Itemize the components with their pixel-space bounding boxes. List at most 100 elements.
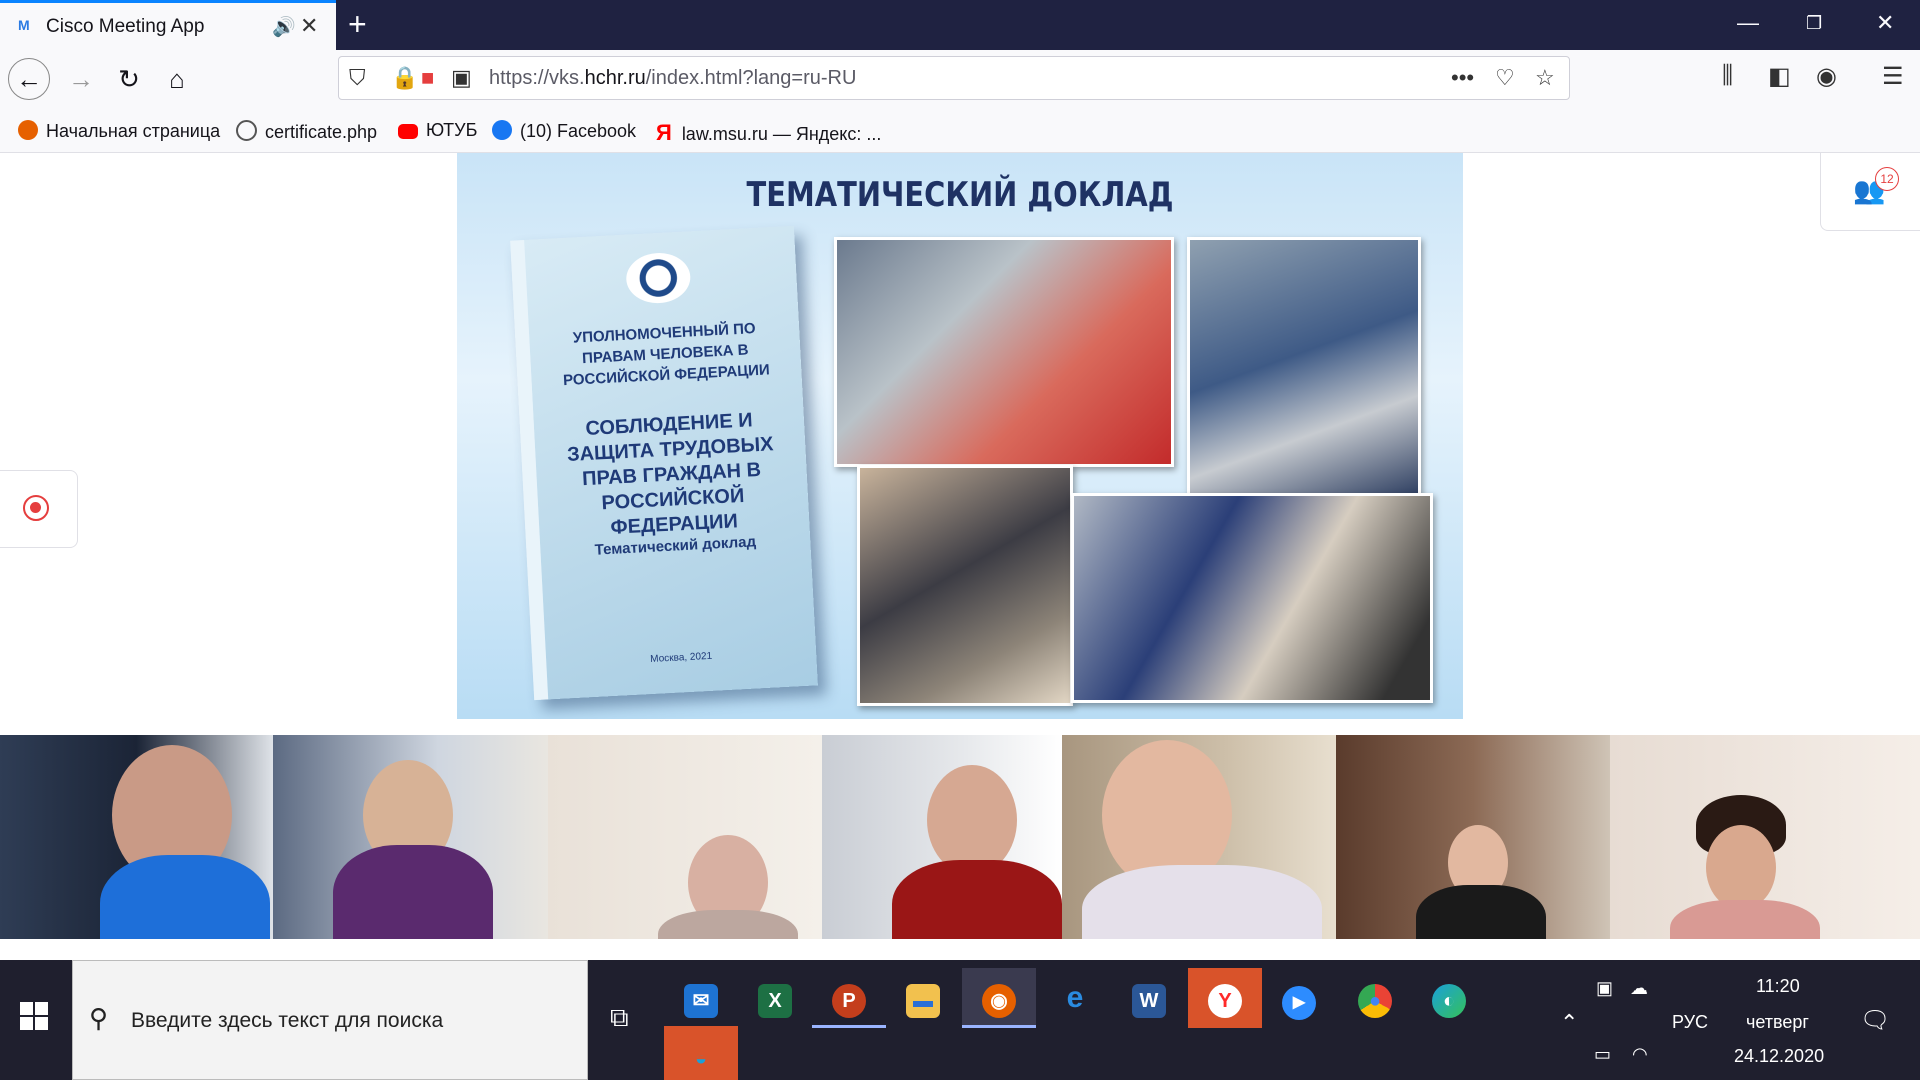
clock-day[interactable]: четверг [1746, 1012, 1809, 1033]
menu-icon[interactable]: ☰ [1882, 62, 1904, 91]
video-tile-participant-6[interactable] [1336, 735, 1610, 939]
bookmark-certificate[interactable]: certificate.php [236, 120, 377, 143]
bookmark-youtube[interactable]: ЮТУБ [398, 120, 477, 141]
clock-time[interactable]: 11:20 [1756, 976, 1800, 997]
notifications-icon[interactable]: 🗨 [1860, 1006, 1890, 1035]
bookmark-yandex[interactable]: Яlaw.msu.ru — Яндекс: ... [656, 120, 881, 146]
video-tile-participant-1[interactable] [0, 735, 273, 939]
search-icon: ⚲ [89, 1003, 109, 1033]
chrome-icon: ● [1358, 984, 1392, 1018]
yandex-icon: Я [656, 120, 672, 145]
taskbar-search-box[interactable]: ⚲ Введите здесь текст для поиска [72, 960, 588, 1080]
photo-train-operator [1071, 493, 1433, 703]
clock-date[interactable]: 24.12.2020 [1734, 1046, 1824, 1067]
page-actions-icon[interactable]: ••• [1451, 65, 1474, 91]
taskbar-word-app[interactable]: W [1112, 968, 1186, 1028]
meet-now-icon[interactable]: ▣ [1596, 978, 1613, 999]
participant-clothing [100, 855, 270, 939]
youtube-icon [398, 124, 418, 139]
pocket-icon[interactable]: ♡ [1495, 65, 1515, 91]
firefox-icon: ◉ [982, 984, 1016, 1018]
taskbar-firefox-app[interactable]: ◉ [962, 968, 1036, 1028]
video-tile-participant-2[interactable] [273, 735, 548, 939]
slide-title: ТЕМАТИЧЕСКИЙ ДОКЛАД [746, 175, 1174, 215]
show-hidden-icons-icon[interactable]: ⌃ [1560, 1010, 1578, 1036]
photo-industrial-workers [1187, 237, 1421, 501]
navigation-toolbar: ← → ↻ ⌂ ⛉ 🔒 ■ ▣ https://vks.hchr.ru/inde… [0, 50, 1920, 108]
participant-face [927, 765, 1017, 875]
participant-clothing [892, 860, 1062, 939]
video-tile-participant-5[interactable] [1062, 735, 1336, 939]
forward-button[interactable]: → [62, 60, 100, 98]
battery-icon[interactable]: ▭ [1594, 1044, 1611, 1065]
record-button[interactable] [0, 470, 78, 548]
onedrive-icon[interactable]: ☁ [1630, 978, 1648, 999]
shield-icon[interactable]: ⛉ [349, 65, 366, 91]
search-placeholder: Введите здесь текст для поиска [131, 1009, 444, 1032]
record-icon [23, 495, 49, 521]
participants-button[interactable]: 👥 12 [1820, 153, 1920, 231]
reload-button[interactable]: ↻ [110, 60, 148, 98]
account-icon[interactable]: ◉ [1816, 62, 1837, 91]
task-view-button[interactable]: ⧉ [610, 1002, 629, 1034]
edge-icon: ◐ [1432, 984, 1466, 1018]
participant-clothing [1416, 885, 1546, 939]
screen-share-icon[interactable]: ▣ [451, 65, 472, 91]
book-organization: УПОЛНОМОЧЕННЫЙ ПО ПРАВАМ ЧЕЛОВЕКА В РОСС… [562, 320, 771, 390]
bookmark-home[interactable]: Начальная страница [18, 120, 220, 142]
content-bottom-spacer [0, 939, 1920, 960]
photo-carpenter [857, 465, 1073, 706]
video-tile-participant-4[interactable] [822, 735, 1062, 939]
home-button[interactable]: ⌂ [158, 60, 196, 98]
language-indicator[interactable]: РУС [1672, 1012, 1708, 1033]
tab-close-icon[interactable]: ✕ [300, 13, 318, 39]
taskbar-chrome-app[interactable]: ● [1338, 968, 1412, 1028]
wifi-icon[interactable]: ◠ [1632, 1044, 1648, 1065]
yandex-browser-icon: Y [1208, 984, 1242, 1018]
zoom-icon: ▶ [1282, 986, 1316, 1020]
taskbar-explorer-app[interactable]: ▬ [886, 968, 960, 1028]
shared-slide: ТЕМАТИЧЕСКИЙ ДОКЛАД УПОЛНОМОЧЕННЫЙ ПО ПР… [457, 153, 1463, 719]
facebook-icon [492, 120, 512, 140]
taskbar-excel-app[interactable]: X [738, 968, 812, 1028]
taskbar-zoom-app[interactable]: ▶ [1262, 968, 1336, 1028]
taskbar-powerpoint-app[interactable]: P [812, 968, 886, 1028]
cisco-meeting-icon: ◒ [694, 1048, 708, 1070]
taskbar-edge-app[interactable]: ◐ [1412, 968, 1486, 1028]
lock-icon[interactable]: 🔒 [391, 65, 418, 91]
internet-explorer-icon: e [1066, 981, 1084, 1014]
window-close-button[interactable]: ✕ [1876, 10, 1894, 36]
bookmark-star-icon[interactable]: ☆ [1535, 65, 1555, 91]
bookmarks-bar: Начальная страница certificate.php ЮТУБ … [0, 108, 1920, 153]
taskbar-cisco-app[interactable]: ◒ [664, 1026, 738, 1080]
windows-start-button[interactable] [20, 1002, 50, 1032]
taskbar-ie-app[interactable]: e [1038, 968, 1112, 1028]
minimize-button[interactable]: — [1737, 10, 1759, 36]
url-bar[interactable]: ⛉ 🔒 ■ ▣ https://vks.hchr.ru/index.html?l… [338, 56, 1570, 100]
folder-icon: ▬ [906, 984, 940, 1018]
bookmark-facebook[interactable]: (10) Facebook [492, 120, 636, 142]
video-tile-participant-7[interactable] [1610, 735, 1920, 939]
participants-count-badge: 12 [1875, 167, 1899, 191]
participant-clothing [658, 910, 798, 939]
tab-favicon-icon: M [18, 17, 30, 33]
browser-tab[interactable]: M Cisco Meeting App 🔊 ✕ [0, 0, 336, 50]
word-icon: W [1132, 984, 1166, 1018]
tab-speaker-icon[interactable]: 🔊 [272, 15, 296, 39]
back-button[interactable]: ← [8, 58, 50, 100]
system-tray: ▣ ☁ ⌃ ▭ ◠ РУС 11:20 четверг 24.12.2020 🗨 [1550, 960, 1920, 1080]
library-icon[interactable]: ⫼ [1722, 62, 1733, 90]
taskbar-yandex-app[interactable]: Y [1188, 968, 1262, 1028]
restore-button[interactable]: ❐ [1806, 13, 1822, 34]
firefox-icon [18, 120, 38, 140]
participant-face [1706, 825, 1776, 910]
taskbar-mail-app[interactable]: ✉ [664, 968, 738, 1028]
new-tab-button[interactable]: + [348, 6, 367, 43]
book-title: СОБЛЮДЕНИЕ И ЗАЩИТА ТРУДОВЫХ ПРАВ ГРАЖДА… [566, 409, 775, 539]
globe-icon [236, 120, 257, 141]
camera-icon[interactable]: ■ [421, 65, 434, 91]
video-tile-participant-3[interactable] [548, 735, 822, 939]
url-text[interactable]: https://vks.hchr.ru/index.html?lang=ru-R… [489, 67, 856, 90]
mail-icon: ✉ [684, 984, 718, 1018]
sidebar-icon[interactable]: ◧ [1768, 62, 1791, 91]
